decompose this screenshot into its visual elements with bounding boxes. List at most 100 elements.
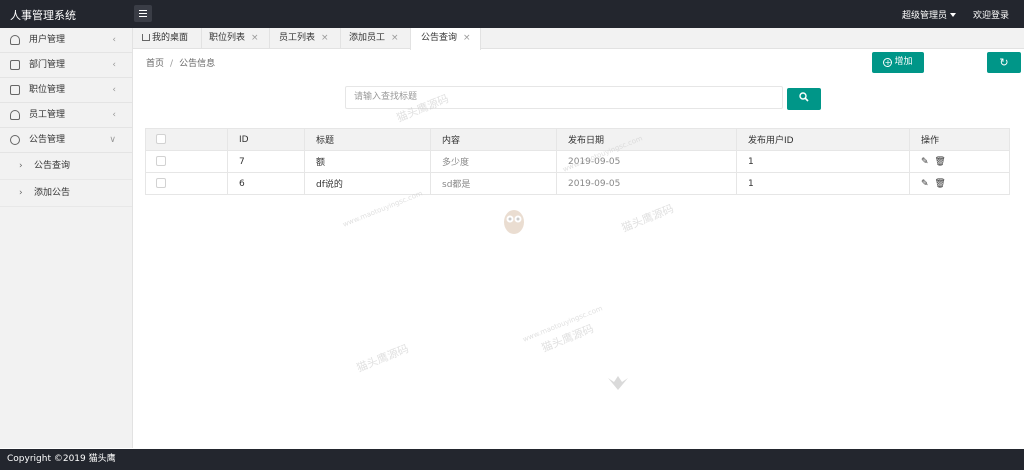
refresh-icon: ↻ xyxy=(999,56,1009,69)
edit-icon[interactable]: ✎ xyxy=(921,179,929,189)
admin-label: 超级管理员 xyxy=(902,11,948,21)
owl-logo-icon xyxy=(606,370,630,394)
tab-employee-list[interactable]: 员工列表 × xyxy=(279,28,329,49)
watermark: 猫头鹰源码 xyxy=(619,200,676,235)
close-icon[interactable]: × xyxy=(463,33,471,43)
edit-icon[interactable]: ✎ xyxy=(921,157,929,167)
position-icon xyxy=(10,85,20,95)
welcome-link[interactable]: 欢迎登录 xyxy=(973,8,1009,21)
plus-circle-icon: + xyxy=(883,58,893,67)
watermark-url: www.maotouyingsc.com xyxy=(342,189,424,228)
top-header: 人事管理系统 超级管理员 欢迎登录 xyxy=(0,0,1024,28)
cell-title: df说的 xyxy=(304,172,431,195)
cell-date: 2019-09-05 xyxy=(556,172,737,195)
table-row: 6 df说的 sd都是 2019-09-05 1 ✎ 🗑 xyxy=(145,172,1010,195)
column-header: 操作 xyxy=(909,128,1010,151)
tab-label: 员工列表 xyxy=(279,33,316,43)
sidebar-subitem-label: 添加公告 xyxy=(34,188,71,198)
owl-logo-icon xyxy=(500,205,528,235)
employee-icon xyxy=(10,110,20,120)
select-all-checkbox[interactable] xyxy=(156,134,166,145)
sidebar-item-label: 部门管理 xyxy=(29,60,66,70)
breadcrumb-current: 公告信息 xyxy=(179,59,216,69)
refresh-button[interactable]: ↻ xyxy=(987,52,1021,73)
sidebar-item-user-management[interactable]: 用户管理 ‹ xyxy=(0,28,132,53)
home-icon xyxy=(142,34,150,41)
hamburger-icon-line xyxy=(139,16,147,17)
watermark-text: 猫头鹰源码 xyxy=(354,342,411,375)
close-icon[interactable]: × xyxy=(391,33,399,43)
chevron-right-icon: › xyxy=(19,188,23,198)
hamburger-icon xyxy=(139,10,147,11)
tab-bar: 我的桌面 职位列表 × 员工列表 × 添加员工 × 公告查询 × xyxy=(133,28,1024,50)
tab-my-desktop[interactable]: 我的桌面 xyxy=(142,28,188,49)
notice-icon xyxy=(10,135,20,145)
tab-position-list[interactable]: 职位列表 × xyxy=(209,28,259,49)
sidebar-item-notice-management[interactable]: 公告管理 ∨ xyxy=(0,128,132,153)
watermark-text: 猫头鹰源码 xyxy=(619,202,676,235)
table-header-row: ID 标题 内容 发布日期 发布用户ID 操作 xyxy=(145,128,1010,151)
sidebar-item-label: 员工管理 xyxy=(29,110,66,120)
menu-toggle-button[interactable] xyxy=(134,5,152,22)
breadcrumb-home[interactable]: 首页 xyxy=(146,59,164,69)
column-header[interactable]: 发布日期 xyxy=(556,128,737,151)
caret-down-icon xyxy=(950,13,957,17)
cell-id: 7 xyxy=(227,150,305,173)
row-checkbox[interactable] xyxy=(156,156,166,167)
cell-user-id: 1 xyxy=(736,150,910,173)
chevron-right-icon: › xyxy=(19,161,23,171)
tab-label: 添加员工 xyxy=(349,33,386,43)
tab-label: 职位列表 xyxy=(209,33,246,43)
footer: Copyright ©2019 猫头鹰 xyxy=(0,449,1024,470)
add-button[interactable]: + 增加 xyxy=(872,52,924,73)
sidebar-item-label: 职位管理 xyxy=(29,85,66,95)
sidebar-item-position-management[interactable]: 职位管理 ‹ xyxy=(0,78,132,103)
chevron-left-icon: ‹ xyxy=(112,60,116,70)
cell-actions: ✎ 🗑 xyxy=(909,150,1010,173)
search-button[interactable] xyxy=(787,88,821,110)
cell-id: 6 xyxy=(227,172,305,195)
sidebar-subitem-label: 公告查询 xyxy=(34,161,71,171)
breadcrumb: 首页 / 公告信息 xyxy=(146,56,215,69)
sidebar-item-label: 公告管理 xyxy=(29,135,66,145)
copyright-text: Copyright ©2019 猫头鹰 xyxy=(7,454,116,464)
close-icon[interactable]: × xyxy=(251,33,259,43)
watermark: 猫头鹰源码 xyxy=(354,340,411,375)
tab-separator xyxy=(201,28,202,49)
sidebar-subitem-add-notice[interactable]: › 添加公告 xyxy=(0,180,132,207)
column-header[interactable]: 发布用户ID xyxy=(736,128,910,151)
delete-icon[interactable]: 🗑 xyxy=(934,179,945,189)
department-icon xyxy=(10,60,20,70)
app-title: 人事管理系统 xyxy=(10,9,76,22)
breadcrumb-separator: / xyxy=(170,59,174,69)
close-icon[interactable]: × xyxy=(321,33,329,43)
hamburger-icon-line xyxy=(139,13,147,14)
cell-content: sd都是 xyxy=(430,172,557,195)
watermark-url-text: www.maotouyingsc.com xyxy=(341,189,424,229)
column-header[interactable]: ID xyxy=(227,128,305,151)
sidebar-subitem-notice-query[interactable]: › 公告查询 xyxy=(0,153,132,180)
cell-actions: ✎ 🗑 xyxy=(909,172,1010,195)
tab-notice-query[interactable]: 公告查询 × xyxy=(410,28,481,50)
column-header[interactable]: 内容 xyxy=(430,128,557,151)
search-placeholder: 请输入查找标题 xyxy=(354,92,418,102)
row-checkbox[interactable] xyxy=(156,178,166,189)
sidebar-item-label: 用户管理 xyxy=(29,35,66,45)
admin-dropdown[interactable]: 超级管理员 xyxy=(902,8,957,21)
tab-add-employee[interactable]: 添加员工 × xyxy=(349,28,399,49)
add-button-label: 增加 xyxy=(894,57,913,67)
tab-separator xyxy=(340,28,341,49)
chevron-left-icon: ‹ xyxy=(112,110,116,120)
cell-user-id: 1 xyxy=(736,172,910,195)
chevron-left-icon: ‹ xyxy=(112,35,116,45)
user-icon xyxy=(10,35,20,45)
tab-separator xyxy=(269,28,270,49)
tab-label: 公告查询 xyxy=(421,33,458,43)
delete-icon[interactable]: 🗑 xyxy=(934,157,945,167)
column-header[interactable]: 标题 xyxy=(304,128,431,151)
chevron-left-icon: ‹ xyxy=(112,85,116,95)
sidebar-item-employee-management[interactable]: 员工管理 ‹ xyxy=(0,103,132,128)
sidebar-item-department-management[interactable]: 部门管理 ‹ xyxy=(0,53,132,78)
sidebar: 用户管理 ‹ 部门管理 ‹ 职位管理 ‹ 员工管理 ‹ 公告管理 ∨ › 公告查… xyxy=(0,28,133,448)
cell-title: 额 xyxy=(304,150,431,173)
